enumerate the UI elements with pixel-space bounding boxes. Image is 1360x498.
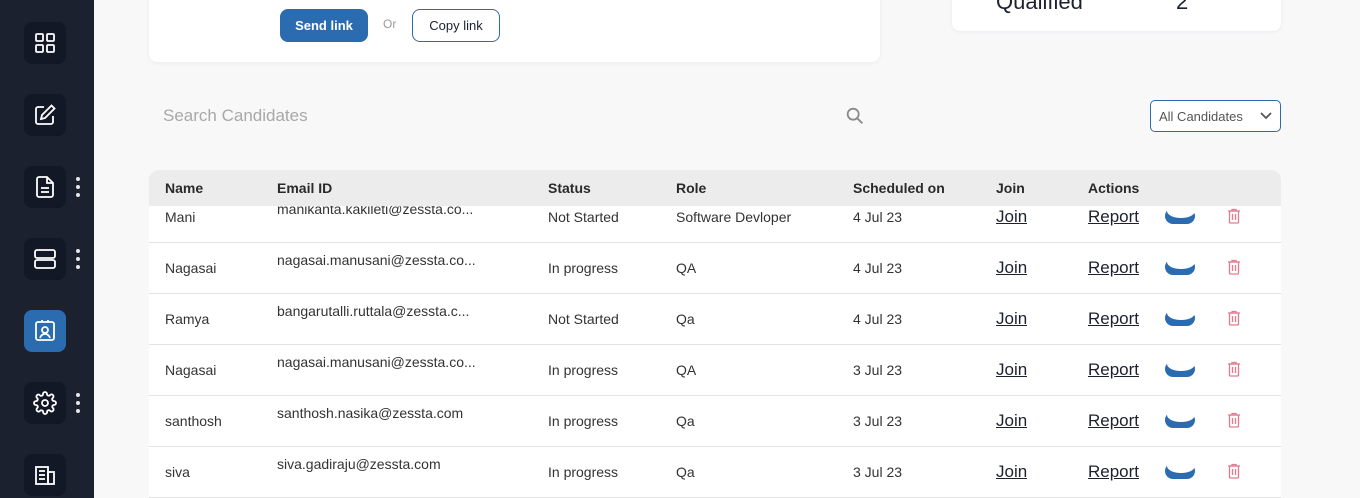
- column-header-email: Email ID: [277, 180, 333, 196]
- invite-card: [149, 0, 880, 62]
- active-toggle[interactable]: [1165, 357, 1195, 377]
- candidate-email: nagasai.manusani@zessta.co...: [277, 252, 476, 268]
- candidate-role: Qa: [676, 413, 695, 429]
- filter-selected-value: All Candidates: [1159, 108, 1243, 124]
- candidate-role: Qa: [676, 311, 695, 327]
- candidate-name: santhosh: [165, 413, 222, 429]
- send-link-button[interactable]: Send link: [280, 9, 368, 42]
- join-link[interactable]: Join: [996, 360, 1027, 380]
- grid-icon: [35, 33, 55, 53]
- table-row: Nagasai nagasai.manusani@zessta.co... In p…: [149, 243, 1281, 294]
- report-link[interactable]: Report: [1088, 360, 1139, 380]
- copy-link-button[interactable]: Copy link: [412, 9, 500, 42]
- join-link[interactable]: Join: [996, 462, 1027, 482]
- trash-icon[interactable]: [1227, 361, 1241, 377]
- column-header-status: Status: [548, 180, 591, 196]
- server-icon: [34, 249, 56, 269]
- candidate-name: Mani: [165, 209, 196, 225]
- candidate-role: QA: [676, 362, 697, 378]
- document-icon: [36, 176, 54, 198]
- candidate-name: Nagasai: [165, 260, 217, 276]
- report-link[interactable]: Report: [1088, 411, 1139, 431]
- candidates-table: Mani manikanta.kakileti@zessta.co... Not S…: [149, 170, 1281, 498]
- column-header-join: Join: [996, 180, 1025, 196]
- settings-menu-icon[interactable]: [76, 393, 80, 413]
- candidate-email: bangarutalli.ruttala@zessta.c...: [277, 303, 470, 319]
- candidate-status: In progress: [548, 464, 619, 480]
- candidate-name: siva: [165, 464, 190, 480]
- sidebar-item-dashboard[interactable]: [24, 22, 66, 64]
- join-link[interactable]: Join: [996, 309, 1027, 329]
- column-header-actions: Actions: [1088, 180, 1140, 196]
- table-row: Nagasai nagasai.manusani@zessta.co... In p…: [149, 345, 1281, 396]
- candidate-status: In progress: [548, 362, 619, 378]
- active-toggle[interactable]: [1165, 204, 1195, 224]
- sidebar-item-edit[interactable]: [24, 94, 66, 136]
- report-link[interactable]: Report: [1088, 258, 1139, 278]
- join-link[interactable]: Join: [996, 207, 1027, 227]
- sidebar-item-servers[interactable]: [24, 238, 66, 280]
- active-toggle[interactable]: [1165, 306, 1195, 326]
- scheduled-date: 3 Jul 23: [853, 362, 903, 378]
- active-toggle[interactable]: [1165, 255, 1195, 275]
- candidate-name: Ramya: [165, 311, 210, 327]
- qualified-count: 2: [1176, 0, 1189, 14]
- or-separator: Or: [383, 17, 397, 31]
- candidate-icon: [35, 320, 55, 341]
- candidate-email: nagasai.manusani@zessta.co...: [277, 354, 476, 370]
- candidate-role: QA: [676, 260, 697, 276]
- table-header: Name Email ID Status Role Scheduled on J…: [149, 170, 1281, 206]
- trash-icon[interactable]: [1227, 310, 1241, 326]
- scheduled-date: 3 Jul 23: [853, 413, 903, 429]
- column-header-name: Name: [165, 180, 204, 196]
- sidebar-item-organization[interactable]: [24, 454, 66, 496]
- active-toggle[interactable]: [1165, 408, 1195, 428]
- trash-icon[interactable]: [1227, 259, 1241, 275]
- scheduled-date: 3 Jul 23: [853, 464, 903, 480]
- search-box: [149, 98, 869, 134]
- report-link[interactable]: Report: [1088, 309, 1139, 329]
- scheduled-date: 4 Jul 23: [853, 260, 903, 276]
- trash-icon[interactable]: [1227, 208, 1241, 224]
- chevron-down-icon: [1260, 112, 1272, 120]
- table-row: siva siva.gadiraju@zessta.com In progress Q…: [149, 447, 1281, 498]
- sidebar-item-settings[interactable]: [24, 382, 66, 424]
- active-toggle[interactable]: [1165, 459, 1195, 479]
- scheduled-date: 4 Jul 23: [853, 209, 903, 225]
- trash-icon[interactable]: [1227, 463, 1241, 479]
- report-link[interactable]: Report: [1088, 207, 1139, 227]
- join-link[interactable]: Join: [996, 411, 1027, 431]
- column-header-role: Role: [676, 180, 707, 196]
- candidate-role: Qa: [676, 464, 695, 480]
- qualified-label: Qualified: [996, 0, 1083, 14]
- join-link[interactable]: Join: [996, 258, 1027, 278]
- candidate-filter-select[interactable]: All Candidates: [1150, 100, 1281, 132]
- candidate-email: siva.gadiraju@zessta.com: [277, 456, 441, 472]
- search-icon[interactable]: [844, 105, 866, 127]
- sidebar: [0, 0, 94, 498]
- sidebar-item-documents[interactable]: [24, 166, 66, 208]
- sidebar-item-candidates[interactable]: [24, 310, 66, 352]
- edit-icon: [35, 104, 56, 125]
- table-row: Ramya bangarutalli.ruttala@zessta.c... Not…: [149, 294, 1281, 345]
- building-icon: [35, 466, 55, 485]
- candidate-name: Nagasai: [165, 362, 217, 378]
- candidate-status: In progress: [548, 260, 619, 276]
- scheduled-date: 4 Jul 23: [853, 311, 903, 327]
- candidate-email: santhosh.nasika@zessta.com: [277, 405, 464, 421]
- table-row: santhosh santhosh.nasika@zessta.com In pro…: [149, 396, 1281, 447]
- candidate-role: Software Devloper: [676, 209, 792, 225]
- trash-icon[interactable]: [1227, 412, 1241, 428]
- report-link[interactable]: Report: [1088, 462, 1139, 482]
- stats-card: Qualified 2: [952, 0, 1281, 31]
- candidate-status: Not Started: [548, 209, 619, 225]
- candidate-status: Not Started: [548, 311, 619, 327]
- servers-menu-icon[interactable]: [76, 249, 80, 269]
- gear-icon: [33, 391, 57, 415]
- documents-menu-icon[interactable]: [76, 177, 80, 197]
- column-header-scheduled: Scheduled on: [853, 180, 945, 196]
- candidate-status: In progress: [548, 413, 619, 429]
- search-input[interactable]: [149, 98, 869, 134]
